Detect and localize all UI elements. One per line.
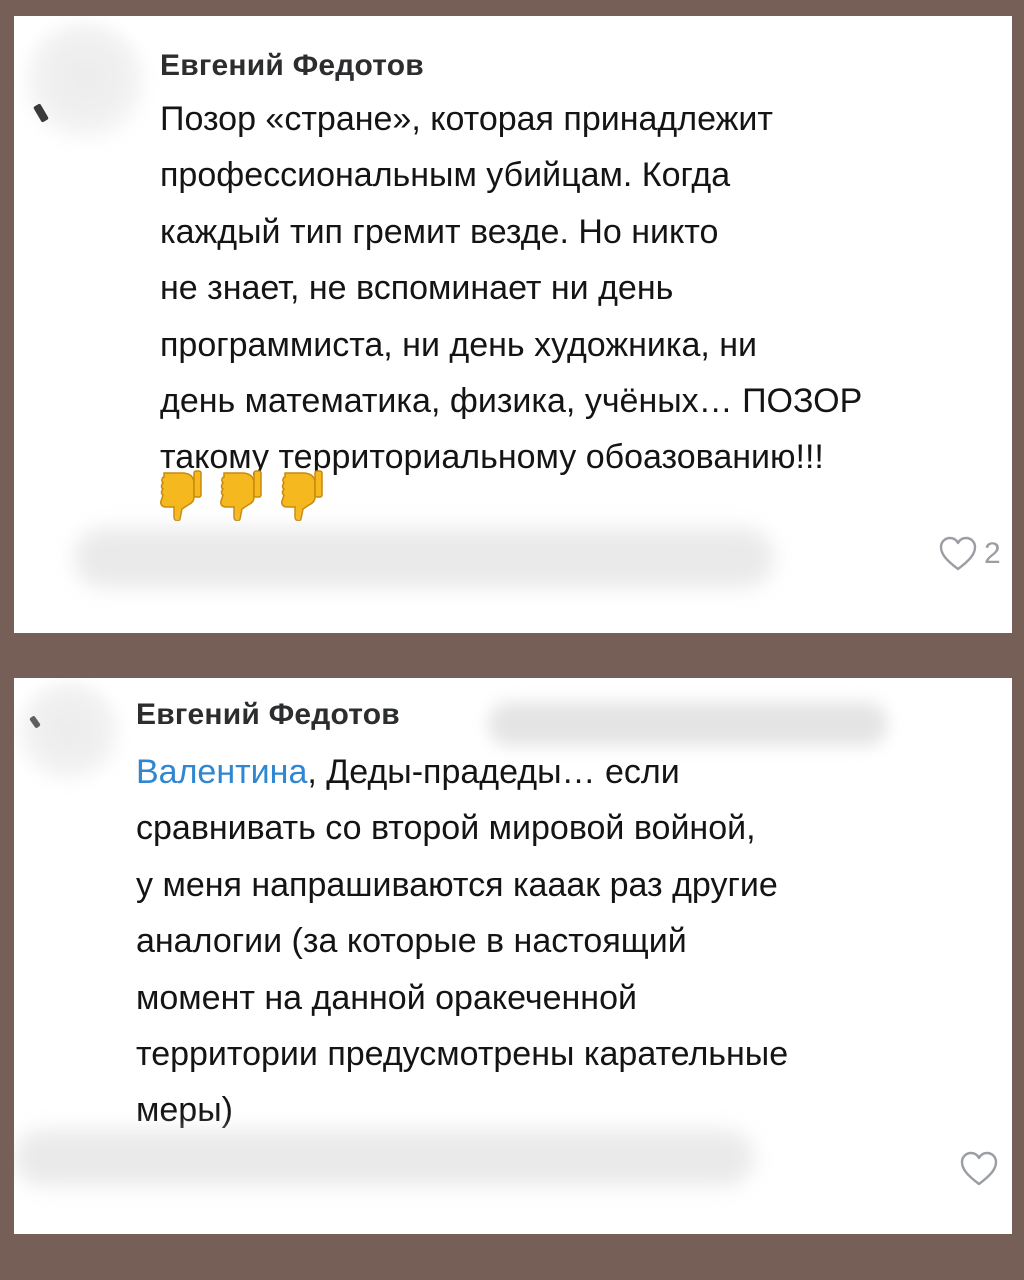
comment-line: момент на данной оракеченной [136,978,637,1017]
mention-link[interactable]: Валентина [136,753,307,791]
avatar[interactable] [20,20,150,150]
redacted-meta-bar [14,1130,754,1186]
heart-outline-icon [939,536,977,571]
comment-line: каждый тип гремит везде. Но никто [160,212,719,251]
comment-line: территории предусмотрены карательные [136,1034,789,1073]
comment-line: у меня напрашиваются кааак раз другие [136,865,778,904]
comment-line: не знает, не вспоминает ни день [160,269,674,308]
avatar[interactable] [14,680,124,790]
comment-author[interactable]: Евгений Федотов [136,698,400,732]
comment-line: программиста, ни день художника, ни [160,325,758,364]
comment-line: сравнивать со второй мировой войной, [136,809,756,848]
redacted-meta-bar [74,528,774,588]
comment-line: Валентина, Деды-прадеды… если [136,744,788,800]
comment-text: Валентина, Деды-прадеды… если сравнивать… [136,744,788,1139]
comment-text: Позор «стране», которая принадлежит проф… [160,91,862,486]
comment-card: Евгений Федотов Валентина, Деды-прадеды…… [14,678,1012,1234]
comment-line: аналогии (за которые в настоящий [136,922,687,961]
comment-line-text: , Деды-прадеды… если [307,753,680,791]
comment-line: профессиональным убийцам. Когда [160,156,731,195]
thumbs-down-emoji [280,470,323,521]
thumbs-down-emoji [160,470,202,521]
thumbs-down-emoji [220,470,263,521]
like-button[interactable]: 2 [938,535,1001,573]
reaction-emoji-row [158,469,335,529]
comment-author[interactable]: Евгений Федотов [160,49,424,83]
redacted-reply-target [488,702,888,746]
comment-card: Евгений Федотов Позор «стране», которая … [14,16,1012,633]
like-button[interactable] [959,1150,999,1188]
heart-outline-icon [960,1151,998,1186]
comment-line: Позор «стране», которая принадлежит [160,100,773,138]
like-count: 2 [984,537,1001,570]
comment-line: день математика, физика, учёных… ПОЗОР [160,381,863,420]
